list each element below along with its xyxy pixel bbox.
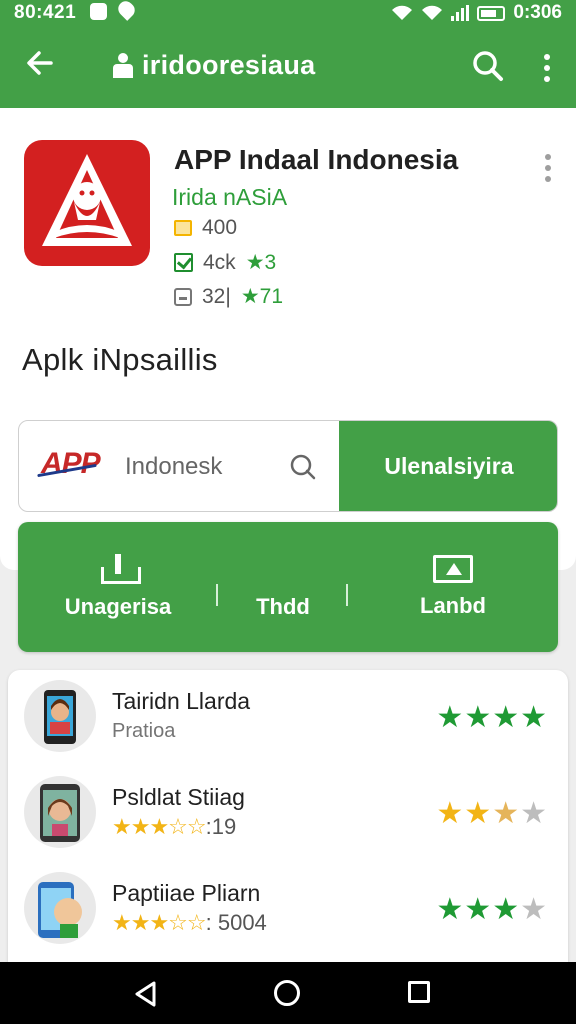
item-subtitle: Pratioa — [112, 720, 176, 742]
action-screen-button[interactable]: Lanbd — [348, 522, 558, 652]
meta-text: 32| — [202, 284, 231, 308]
action-card: Unagerisa Thdd Lanbd — [18, 522, 558, 652]
status-icons-right: 0:306 — [391, 2, 562, 24]
search-button[interactable] — [468, 46, 508, 86]
phone-icon — [40, 784, 80, 842]
system-nav-bar — [0, 962, 576, 1024]
app-logo-graphic — [42, 154, 132, 246]
action-install-button[interactable]: Unagerisa — [18, 522, 218, 652]
meta-text: 400 — [202, 216, 238, 239]
action-label: Lanbd — [420, 593, 486, 618]
item-stars-glyphs: ★★★☆☆ — [112, 814, 207, 839]
section-title: Aplk iNpsaillis — [22, 342, 218, 377]
item-count: : 5004 — [205, 910, 267, 935]
list-item[interactable]: Psldlat Stiiag ★★★☆☆ :19 ★★★★ — [8, 766, 568, 862]
download-icon — [174, 287, 192, 306]
app-name: APP Indaal Indonesia — [174, 144, 459, 175]
list-item[interactable]: Paptiiae Pliarn ★★★☆☆ : 5004 ★★★★ — [8, 862, 568, 958]
item-rating-stars: ★★★★ — [436, 701, 548, 734]
meta-rating: ★3 — [245, 251, 277, 274]
more-vert-icon — [534, 146, 562, 182]
triangle-back-icon[interactable] — [132, 980, 160, 1008]
item-stars: ★★★☆☆ :19 — [112, 814, 236, 840]
avatar — [24, 680, 96, 752]
meta-row-downloads: 32| ★71 — [174, 284, 283, 309]
notification-icon — [90, 3, 107, 20]
search-bar[interactable]: APP Indonesk Ulenalsiyira — [18, 420, 558, 512]
search-action-button[interactable]: Ulenalsiyira — [339, 421, 557, 511]
phone-icon — [44, 690, 76, 744]
wifi-icon — [392, 5, 413, 20]
meta-row-size: 400 — [174, 216, 237, 240]
item-stars-glyphs: ★★★☆☆ — [112, 910, 207, 935]
developer-name[interactable]: Irida nASiA — [172, 184, 287, 211]
action-middle-button[interactable]: Thdd — [218, 522, 348, 652]
avatar — [24, 872, 96, 944]
app-bar-title: iridooresiaua — [142, 50, 316, 80]
location-icon — [115, 0, 138, 21]
item-count: :19 — [205, 814, 237, 839]
app-bar-title-group: iridooresiaua — [112, 50, 315, 81]
avatar — [24, 776, 96, 848]
badge-icon — [174, 220, 192, 236]
person-icon — [112, 52, 134, 79]
app-overflow-button[interactable] — [534, 146, 562, 186]
item-title: Tairidn Llarda — [112, 688, 251, 714]
check-icon — [174, 253, 193, 272]
app-list: Tairidn Llarda Pratioa ★★★★ Psldlat Stii… — [8, 670, 568, 970]
back-button[interactable] — [20, 46, 60, 86]
status-bar: 80:421 0:306 — [0, 0, 576, 24]
status-time: 80:421 — [14, 2, 77, 23]
app-bar: iridooresiaua — [0, 24, 576, 108]
screen-icon — [433, 555, 473, 583]
item-rating-stars: ★★★★ — [436, 797, 548, 830]
signal-icon — [451, 5, 470, 21]
status-time-right: 0:306 — [513, 2, 562, 23]
meta-text: 4ck — [203, 250, 236, 274]
app-logo-icon[interactable] — [24, 140, 150, 266]
action-label: Thdd — [256, 594, 310, 619]
phone-icon — [38, 882, 82, 938]
list-item[interactable]: Tairidn Llarda Pratioa ★★★★ — [8, 670, 568, 766]
meta-rating: ★71 — [240, 285, 284, 308]
search-text[interactable]: Indonesk — [125, 453, 222, 481]
item-rating-stars: ★★★★ — [436, 893, 548, 926]
more-vert-icon — [532, 46, 562, 82]
more-options-button[interactable] — [532, 46, 562, 86]
item-stars: ★★★☆☆ : 5004 — [112, 910, 267, 936]
search-icon — [473, 51, 503, 81]
circle-home-icon[interactable] — [274, 980, 300, 1006]
action-label: Unagerisa — [64, 594, 172, 619]
arrow-left-icon — [27, 51, 53, 75]
status-icons-left — [90, 0, 138, 21]
search-logo: APP — [41, 447, 101, 480]
search-icon[interactable] — [287, 451, 319, 483]
wifi-icon-2 — [422, 5, 443, 20]
battery-icon — [477, 5, 506, 21]
item-title: Paptiiae Pliarn — [112, 880, 261, 906]
square-recent-icon[interactable] — [408, 981, 430, 1003]
item-title: Psldlat Stiiag — [112, 784, 245, 810]
download-icon — [101, 554, 141, 584]
meta-row-rating: 4ck ★3 — [174, 250, 276, 275]
app-detail-card: APP Indaal Indonesia Irida nASiA 400 4ck… — [0, 108, 576, 570]
